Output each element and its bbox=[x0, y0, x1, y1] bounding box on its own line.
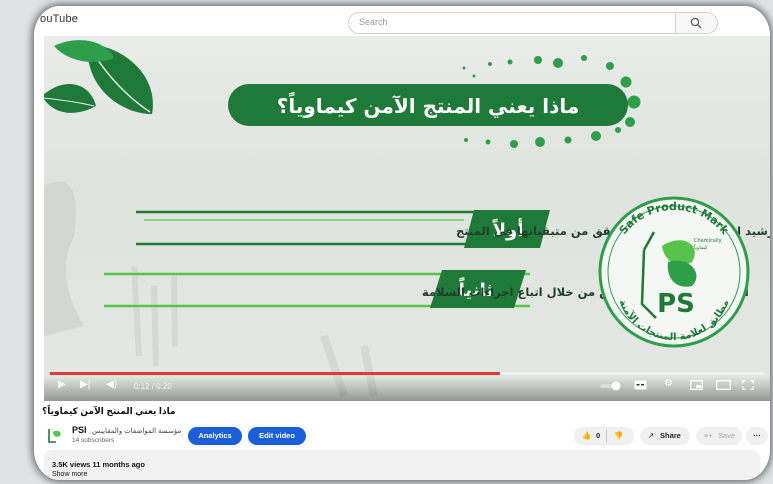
youtube-logo[interactable]: ouTube bbox=[40, 13, 78, 25]
settings-icon[interactable]: ⚙ bbox=[664, 378, 673, 389]
top-bar: ouTube Search bbox=[34, 6, 770, 36]
channel-avatar[interactable] bbox=[44, 424, 66, 446]
app-window: ouTube Search ماذا يعني المنتج الآمن كيم… bbox=[34, 6, 770, 480]
save-button[interactable]: ≡+ Save bbox=[696, 427, 742, 445]
search-icon bbox=[690, 17, 702, 29]
search-placeholder: Search bbox=[359, 17, 388, 27]
miniplayer-icon[interactable] bbox=[690, 380, 703, 393]
more-actions-button[interactable]: ··· bbox=[746, 427, 768, 445]
channel-name-latin: PSI bbox=[72, 425, 87, 435]
subscriber-count: 14 subscribers bbox=[72, 437, 115, 444]
save-icon: ≡+ bbox=[704, 431, 713, 440]
autoplay-toggle-icon[interactable] bbox=[600, 381, 622, 394]
view-count-date: 3.5K views 11 months ago bbox=[52, 460, 145, 469]
badge-small-text: Chemically bbox=[694, 238, 722, 244]
like-count: 0 bbox=[596, 431, 601, 440]
safe-product-badge: Safe Product Mark مطابق لعلامة المنتجات … bbox=[598, 196, 750, 348]
video-heading: ماذا يعني المنتج الآمن كيماوياً؟ bbox=[277, 92, 579, 119]
video-frame: ماذا يعني المنتج الآمن كيماوياً؟ أولاً ت… bbox=[44, 40, 770, 398]
share-button[interactable]: ↗ Share bbox=[640, 427, 690, 445]
channel-name[interactable]: PSI مؤسسة المواصفات والمقاييس bbox=[72, 425, 181, 435]
next-icon[interactable]: ▶| bbox=[80, 379, 90, 390]
search-button[interactable] bbox=[676, 12, 718, 34]
theater-mode-icon[interactable] bbox=[716, 380, 731, 393]
fullscreen-icon[interactable] bbox=[742, 380, 754, 393]
share-label: Share bbox=[660, 431, 681, 440]
play-icon[interactable]: ▶ bbox=[58, 379, 66, 390]
like-dislike-group: 👍 0 👎 bbox=[574, 427, 634, 445]
timecode: 0:12 / 0:20 bbox=[134, 382, 172, 391]
progress-bar[interactable] bbox=[50, 372, 764, 375]
analytics-button[interactable]: Analytics bbox=[188, 427, 242, 445]
divider bbox=[606, 430, 607, 442]
edit-video-button[interactable]: Edit video bbox=[248, 427, 306, 445]
video-title: ماذا يعني المنتج الآمن كيماوياً؟ bbox=[42, 406, 176, 416]
badge-small-ar: كيماوياً bbox=[693, 243, 708, 251]
subtitles-icon[interactable] bbox=[634, 380, 647, 393]
description-box[interactable]: 3.5K views 11 months ago Show more bbox=[44, 450, 760, 480]
channel-name-arabic: مؤسسة المواصفات والمقاييس bbox=[92, 428, 182, 435]
volume-icon[interactable]: ◀) bbox=[106, 379, 117, 390]
dislike-icon[interactable]: 👎 bbox=[614, 427, 623, 445]
save-label: Save bbox=[718, 431, 736, 440]
show-more-link[interactable]: Show more bbox=[52, 471, 87, 478]
badge-center-text: PS bbox=[657, 289, 695, 319]
search-input[interactable]: Search bbox=[348, 12, 676, 34]
leaf-illustration bbox=[44, 40, 153, 114]
progress-fill bbox=[50, 372, 500, 375]
share-icon: ↗ bbox=[648, 431, 655, 440]
video-player[interactable]: ماذا يعني المنتج الآمن كيماوياً؟ أولاً ت… bbox=[44, 36, 770, 401]
like-icon[interactable]: 👍 bbox=[582, 427, 591, 445]
